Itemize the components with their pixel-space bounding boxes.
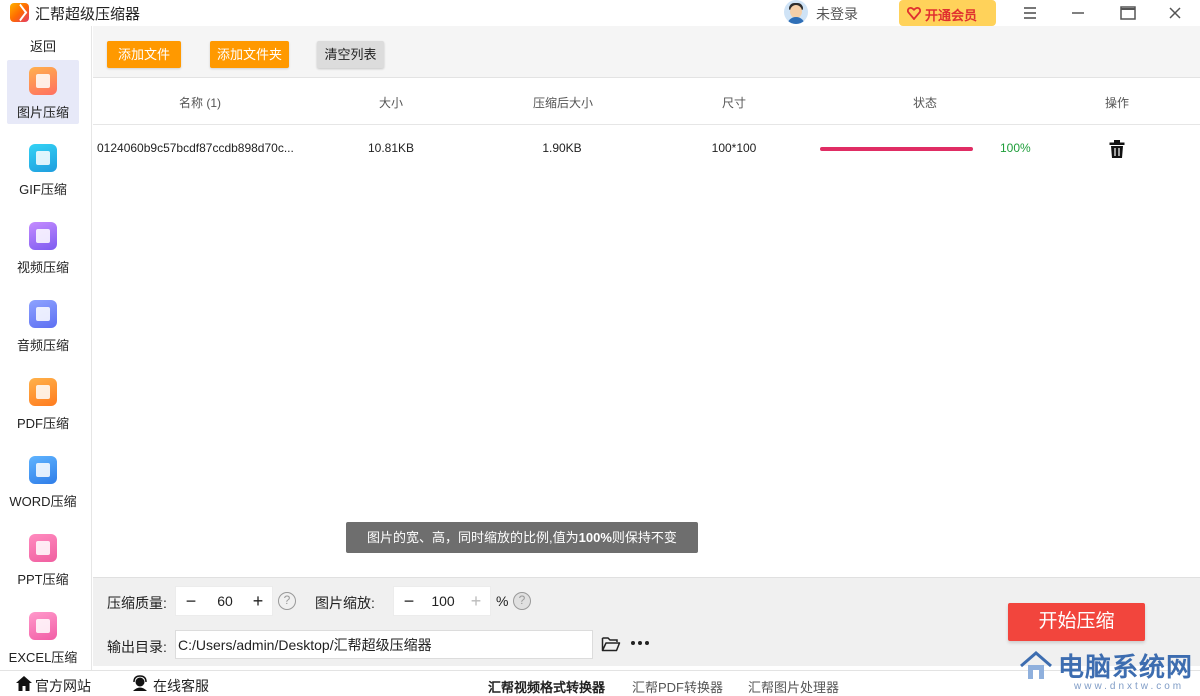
user-avatar[interactable] — [784, 0, 808, 24]
output-label: 输出目录: — [107, 639, 167, 655]
output-path-field[interactable] — [175, 630, 593, 659]
trash-icon[interactable] — [1108, 139, 1126, 159]
sidebar: 返回 图片压缩 GIF压缩 视频压缩 音频压缩 PDF压缩 WORD压缩 PPT… — [0, 26, 92, 670]
sidebar-item-excel[interactable]: EXCEL压缩 — [7, 605, 79, 669]
scale-tooltip: 图片的宽、高，同时缩放的比例,值为100%则保持不变 — [346, 522, 698, 553]
scale-increase-button[interactable]: + — [465, 589, 487, 613]
toolbar: 添加文件 添加文件夹 清空列表 — [93, 26, 1200, 78]
watermark-url: www.dnxtw.com — [1074, 681, 1185, 692]
column-header-size: 大小 — [378, 96, 403, 110]
sidebar-item-image[interactable]: 图片压缩 — [7, 60, 79, 124]
quality-value[interactable]: 60 — [205, 593, 245, 609]
column-header-actions: 操作 — [1104, 96, 1129, 110]
scale-stepper[interactable]: − 100 + — [393, 586, 491, 616]
add-folder-button[interactable]: 添加文件夹 — [210, 41, 289, 68]
quality-label: 压缩质量: — [107, 595, 167, 611]
headset-icon — [133, 675, 147, 691]
watermark-text: 电脑系统网 — [1058, 653, 1194, 683]
quality-increase-button[interactable]: + — [247, 589, 269, 613]
sidebar-item-label: EXCEL压缩 — [8, 650, 78, 665]
quality-decrease-button[interactable]: − — [180, 589, 202, 613]
app-logo-icon — [10, 3, 29, 22]
sidebar-item-label: PPT压缩 — [17, 572, 69, 587]
close-icon[interactable] — [1164, 2, 1186, 24]
vip-button[interactable]: 开通会员 — [899, 0, 996, 26]
more-options-icon[interactable] — [630, 640, 650, 646]
watermark-logo-icon — [1020, 651, 1052, 679]
footer-link-video-converter[interactable]: 汇帮视频格式转换器 — [488, 677, 605, 696]
watermark: 电脑系统网 www.dnxtw.com — [1014, 645, 1200, 696]
gif-icon — [29, 144, 57, 172]
folder-open-icon[interactable] — [601, 635, 621, 653]
progress-percent: 100% — [1000, 141, 1031, 155]
login-status[interactable]: 未登录 — [816, 4, 858, 24]
sidebar-item-pdf[interactable]: PDF压缩 — [7, 371, 79, 435]
scale-unit: % — [496, 593, 509, 609]
sidebar-item-audio[interactable]: 音频压缩 — [7, 293, 79, 357]
column-header-status: 状态 — [912, 96, 937, 110]
scale-value[interactable]: 100 — [423, 593, 463, 609]
file-size: 10.81KB — [367, 141, 415, 155]
excel-icon — [29, 612, 57, 640]
title-bar: 汇帮超级压缩器 未登录 开通会员 — [0, 0, 1200, 26]
video-icon — [29, 222, 57, 250]
official-website-link[interactable]: 官方网站 — [35, 676, 91, 696]
pdf-icon — [29, 378, 57, 406]
sidebar-item-label: 音频压缩 — [16, 338, 69, 353]
clear-list-button[interactable]: 清空列表 — [317, 41, 384, 68]
home-icon — [16, 676, 32, 691]
sidebar-item-word[interactable]: WORD压缩 — [7, 449, 79, 513]
file-table-header: 名称 (1) 大小 压缩后大小 尺寸 状态 操作 — [93, 79, 1200, 125]
footer-link-pdf-converter[interactable]: 汇帮PDF转换器 — [632, 677, 723, 696]
start-compress-button[interactable]: 开始压缩 — [1008, 603, 1145, 641]
sidebar-item-gif[interactable]: GIF压缩 — [7, 137, 79, 201]
sidebar-item-label: GIF压缩 — [19, 182, 67, 197]
sidebar-item-label: PDF压缩 — [16, 416, 69, 431]
online-support-link[interactable]: 在线客服 — [153, 676, 209, 696]
scale-label: 图片缩放: — [315, 595, 375, 611]
progress-bar — [820, 147, 973, 151]
column-header-dimensions: 尺寸 — [721, 96, 746, 110]
sidebar-item-label: WORD压缩 — [9, 494, 77, 509]
table-row[interactable]: 0124060b9c57bcdf87ccdb898d70c... 10.81KB… — [93, 126, 1200, 172]
column-header-name[interactable]: 名称 (1) — [155, 94, 245, 111]
file-dimensions: 100*100 — [711, 141, 757, 155]
vip-button-label: 开通会员 — [925, 8, 978, 23]
scale-decrease-button[interactable]: − — [398, 589, 420, 613]
sidebar-item-label: 图片压缩 — [16, 105, 69, 120]
back-button[interactable]: 返回 — [0, 36, 86, 55]
menu-icon[interactable] — [1019, 2, 1041, 24]
scale-help-icon[interactable]: ? — [513, 592, 531, 610]
app-title: 汇帮超级压缩器 — [35, 6, 141, 23]
compressed-size: 1.90KB — [542, 141, 582, 155]
sidebar-item-label: 视频压缩 — [16, 260, 69, 275]
quality-help-icon[interactable]: ? — [278, 592, 296, 610]
image-icon — [29, 67, 57, 95]
minimize-icon[interactable] — [1067, 2, 1089, 24]
footer-link-image-processor[interactable]: 汇帮图片处理器 — [748, 677, 839, 696]
sidebar-item-video[interactable]: 视频压缩 — [7, 215, 79, 279]
quality-stepper[interactable]: − 60 + — [175, 586, 273, 616]
diamond-heart-icon — [907, 6, 921, 20]
add-file-button[interactable]: 添加文件 — [107, 41, 181, 68]
maximize-icon[interactable] — [1117, 2, 1139, 24]
audio-icon — [29, 300, 57, 328]
ppt-icon — [29, 534, 57, 562]
column-header-compressed-size: 压缩后大小 — [532, 96, 593, 110]
sidebar-item-ppt[interactable]: PPT压缩 — [7, 527, 79, 591]
file-name: 0124060b9c57bcdf87ccdb898d70c... — [97, 141, 294, 155]
word-icon — [29, 456, 57, 484]
